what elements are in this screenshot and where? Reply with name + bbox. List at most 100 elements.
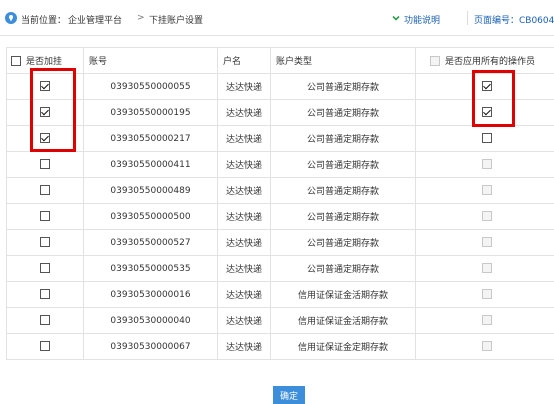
page-number: 页面编号：CB0604C (474, 16, 554, 26)
attach-cell (6, 203, 84, 230)
attach-cell (6, 99, 84, 126)
account-cell: 03930550000535 (83, 255, 218, 282)
apply-all-cell (415, 333, 554, 360)
select-all-attach-checkbox[interactable] (11, 55, 21, 66)
top-bar: 当前位置： 企业管理平台 > 下挂账户设置 功能说明 页面编号：CB0604C (0, 0, 554, 36)
select-all-apply-checkbox[interactable] (430, 55, 440, 66)
location-label: 当前位置： (21, 16, 67, 26)
apply-all-operators-checkbox[interactable] (482, 81, 492, 92)
attach-checkbox[interactable] (40, 211, 50, 222)
apply-all-cell (415, 255, 554, 282)
attach-cell (6, 333, 84, 360)
apply-all-cell (415, 177, 554, 204)
account-type-cell: 公司普通定期存款 (270, 203, 416, 230)
account-name-cell: 达达快递 (217, 99, 271, 126)
table-header-row: 是否加挂 账号 户名 账户类型 是否应用所有的操作员 (6, 47, 554, 74)
attach-checkbox[interactable] (40, 81, 50, 92)
apply-all-operators-checkbox[interactable] (482, 185, 492, 196)
apply-all-cell (415, 99, 554, 126)
breadcrumb-enterprise-platform[interactable]: 企业管理平台 (68, 13, 122, 26)
apply-all-operators-checkbox[interactable] (482, 315, 492, 326)
attach-checkbox[interactable] (40, 159, 50, 170)
attach-checkbox[interactable] (40, 315, 50, 326)
table-row: 03930530000067 达达快递 信用证保证金定期存款 (6, 333, 554, 360)
account-cell: 03930530000016 (83, 281, 218, 308)
table-row: 03930550000217 达达快递 公司普通定期存款 (6, 125, 554, 152)
apply-all-operators-checkbox[interactable] (482, 341, 492, 352)
table-row: 03930550000527 达达快递 公司普通定期存款 (6, 229, 554, 256)
attach-checkbox[interactable] (40, 341, 50, 352)
account-name-cell: 达达快递 (217, 229, 271, 256)
account-type-cell: 公司普通定期存款 (270, 125, 416, 152)
account-type-cell: 信用证保证金活期存款 (270, 307, 416, 334)
attach-cell (6, 125, 84, 152)
attach-checkbox[interactable] (40, 133, 50, 144)
account-cell: 03930550000217 (83, 125, 218, 152)
col-header-account: 账号 (83, 47, 218, 74)
attach-cell (6, 307, 84, 334)
table-row: 03930550000489 达达快递 公司普通定期存款 (6, 177, 554, 204)
table-row: 03930550000055 达达快递 公司普通定期存款 (6, 73, 554, 100)
sub-account-table: 是否加挂 账号 户名 账户类型 是否应用所有的操作员 0393055000005… (6, 47, 554, 360)
account-cell: 03930550000527 (83, 229, 218, 256)
apply-all-cell (415, 307, 554, 334)
table-row: 03930550000195 达达快递 公司普通定期存款 (6, 99, 554, 126)
account-cell: 03930550000055 (83, 73, 218, 100)
account-name-cell: 达达快递 (217, 73, 271, 100)
account-name-cell: 达达快递 (217, 203, 271, 230)
confirm-button[interactable]: 确定 (273, 386, 305, 404)
chevron-down-icon (392, 15, 400, 21)
account-cell: 03930550000411 (83, 151, 218, 178)
account-name-cell: 达达快递 (217, 177, 271, 204)
attach-cell (6, 255, 84, 282)
account-type-cell: 公司普通定期存款 (270, 229, 416, 256)
attach-checkbox[interactable] (40, 263, 50, 274)
apply-all-cell (415, 281, 554, 308)
attach-cell (6, 151, 84, 178)
col-header-name: 户名 (217, 47, 271, 74)
apply-all-cell (415, 229, 554, 256)
account-cell: 03930550000489 (83, 177, 218, 204)
apply-all-operators-checkbox[interactable] (482, 159, 492, 170)
function-help-label: 功能说明 (404, 16, 441, 26)
account-type-cell: 公司普通定期存款 (270, 255, 416, 282)
account-type-cell: 公司普通定期存款 (270, 99, 416, 126)
table-row: 03930550000535 达达快递 公司普通定期存款 (6, 255, 554, 282)
account-cell: 03930550000500 (83, 203, 218, 230)
apply-all-operators-checkbox[interactable] (482, 289, 492, 300)
apply-all-operators-checkbox[interactable] (482, 211, 492, 222)
col-header-type-label: 账户类型 (276, 57, 313, 67)
col-header-account-label: 账号 (89, 57, 108, 67)
breadcrumb-current-page: 下挂账户设置 (149, 16, 204, 26)
location-pin-icon (5, 12, 17, 24)
account-name-cell: 达达快递 (217, 255, 271, 282)
apply-all-operators-checkbox[interactable] (482, 107, 492, 118)
attach-checkbox[interactable] (40, 289, 50, 300)
col-header-attach-label: 是否加挂 (26, 57, 63, 67)
attach-checkbox[interactable] (40, 237, 50, 248)
apply-all-cell (415, 151, 554, 178)
function-help-link[interactable]: 功能说明 (392, 13, 441, 26)
account-name-cell: 达达快递 (217, 151, 271, 178)
attach-cell (6, 229, 84, 256)
account-cell: 03930530000067 (83, 333, 218, 360)
attach-cell (6, 281, 84, 308)
table-row: 03930550000500 达达快递 公司普通定期存款 (6, 203, 554, 230)
attach-checkbox[interactable] (40, 107, 50, 118)
apply-all-operators-checkbox[interactable] (482, 237, 492, 248)
account-type-cell: 公司普通定期存款 (270, 73, 416, 100)
account-cell: 03930530000040 (83, 307, 218, 334)
account-type-cell: 公司普通定期存款 (270, 151, 416, 178)
apply-all-operators-checkbox[interactable] (482, 263, 492, 274)
table-row: 03930530000016 达达快递 信用证保证金活期存款 (6, 281, 554, 308)
apply-all-operators-checkbox[interactable] (482, 133, 492, 144)
attach-checkbox[interactable] (40, 185, 50, 196)
table-row: 03930530000040 达达快递 信用证保证金活期存款 (6, 307, 554, 334)
attach-cell (6, 73, 84, 100)
table-row: 03930550000411 达达快递 公司普通定期存款 (6, 151, 554, 178)
breadcrumb-separator: > (137, 13, 145, 23)
apply-all-cell (415, 73, 554, 100)
col-header-type: 账户类型 (270, 47, 416, 74)
col-header-attach: 是否加挂 (6, 47, 84, 74)
account-name-cell: 达达快递 (217, 281, 271, 308)
